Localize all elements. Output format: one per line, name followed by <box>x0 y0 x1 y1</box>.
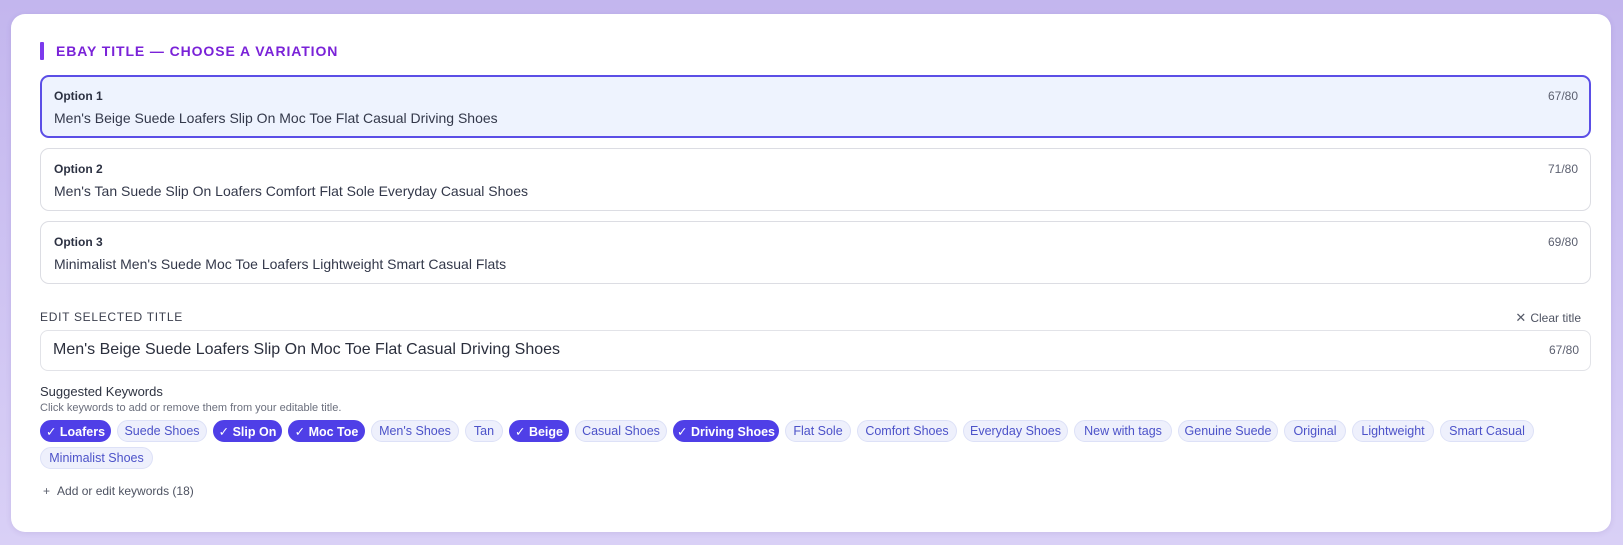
keyword-chip[interactable]: New with tags <box>1074 420 1172 442</box>
keyword-chip[interactable]: Original <box>1284 420 1346 442</box>
edit-title-label: EDIT SELECTED TITLE <box>40 310 183 324</box>
option-char-count: 67/80 <box>1547 89 1578 103</box>
keyword-chip[interactable]: Minimalist Shoes <box>40 447 153 469</box>
option-label: Option 1 <box>54 89 103 103</box>
keyword-row: ✓ Loafers Suede Shoes ✓ Slip On ✓ Moc Toe Me… <box>40 420 1540 442</box>
title-variation-card: EBAY TITLE — CHOOSE A VARIATION Option 1… <box>11 14 1611 532</box>
clear-title-label: Clear title <box>1530 311 1581 325</box>
keyword-chip[interactable]: ✓ Beige <box>509 420 569 442</box>
title-options-list: Option 1 67/80 Men's Beige Suede Loafers… <box>40 75 1591 294</box>
option-char-count: 71/80 <box>1547 162 1578 176</box>
clear-title-button[interactable]: ✕ Clear title <box>1515 310 1581 326</box>
title-input-container: 67/80 <box>40 330 1591 371</box>
keyword-chip[interactable]: Smart Casual <box>1440 420 1534 442</box>
keyword-row: Minimalist Shoes <box>40 447 159 469</box>
option-label: Option 3 <box>54 235 103 249</box>
keyword-chip[interactable]: Tan <box>465 420 503 442</box>
option-title-text: Minimalist Men's Suede Moc Toe Loafers L… <box>54 256 507 272</box>
keyword-chip[interactable]: ✓ Loafers <box>40 420 111 442</box>
section-accent-bar <box>40 42 44 60</box>
keyword-chip[interactable]: Flat Sole <box>785 420 851 442</box>
option-char-count: 69/80 <box>1547 235 1578 249</box>
plus-icon: + <box>43 484 51 498</box>
close-icon: ✕ <box>1515 310 1527 325</box>
keyword-chip[interactable]: Genuine Suede <box>1178 420 1278 442</box>
option-2-card[interactable]: Option 2 71/80 Men's Tan Suede Slip On L… <box>40 148 1591 211</box>
add-keywords-button[interactable]: + Add or edit keywords (18) <box>43 484 194 498</box>
keyword-chip[interactable]: ✓ Moc Toe <box>288 420 365 442</box>
keyword-chip[interactable]: Comfort Shoes <box>857 420 957 442</box>
keywords-help-text: Click keywords to add or remove them fro… <box>40 402 342 414</box>
option-1-card[interactable]: Option 1 67/80 Men's Beige Suede Loafers… <box>40 75 1591 138</box>
option-title-text: Men's Beige Suede Loafers Slip On Moc To… <box>54 110 498 126</box>
section-title: EBAY TITLE — CHOOSE A VARIATION <box>56 43 339 59</box>
keyword-chip[interactable]: Everyday Shoes <box>963 420 1068 442</box>
option-title-text: Men's Tan Suede Slip On Loafers Comfort … <box>54 183 528 199</box>
keyword-chip[interactable]: ✓ Driving Shoes <box>673 420 779 442</box>
title-char-count: 67/80 <box>1548 343 1579 357</box>
section-header: EBAY TITLE — CHOOSE A VARIATION <box>40 42 338 60</box>
keywords-heading: Suggested Keywords <box>40 384 163 399</box>
keyword-chip[interactable]: Lightweight <box>1352 420 1434 442</box>
keyword-chip[interactable]: Casual Shoes <box>575 420 667 442</box>
add-keywords-label: Add or edit keywords (18) <box>57 484 194 498</box>
keyword-chip[interactable]: Men's Shoes <box>371 420 459 442</box>
keyword-chip[interactable]: ✓ Slip On <box>213 420 282 442</box>
option-3-card[interactable]: Option 3 69/80 Minimalist Men's Suede Mo… <box>40 221 1591 284</box>
keyword-chip[interactable]: Suede Shoes <box>117 420 207 442</box>
option-label: Option 2 <box>54 162 103 176</box>
title-input[interactable] <box>53 331 1503 369</box>
